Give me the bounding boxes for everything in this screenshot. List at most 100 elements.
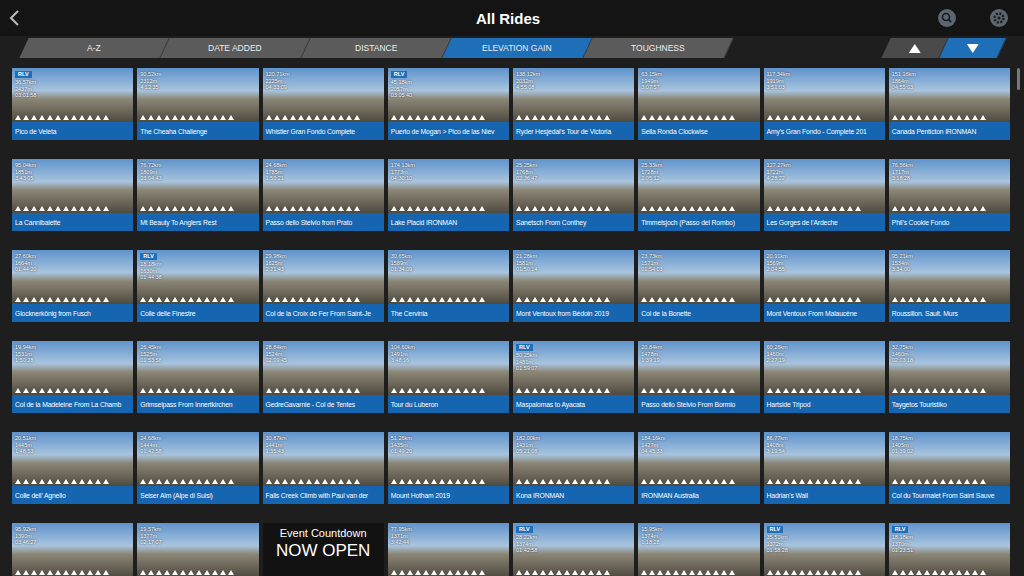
triangle-icon [713,115,719,120]
ride-tile[interactable]: 86.77km1408m3:19:54Hadrian's Wall [764,432,885,504]
triangle-icon [964,115,970,120]
ascending-button[interactable] [881,38,948,58]
ride-tile[interactable]: 24.68km1785m1:50:21Passo dello Stelvio f… [263,159,384,231]
ride-tile[interactable]: 25.33km1728m2:05:12Timmelsjoch (Passo de… [638,159,759,231]
ride-badge: RLV [516,526,533,533]
ride-distance: 15.95km [641,526,756,533]
ride-tile[interactable]: 28.84km1524m02:09:45GedreGavarnie - Col … [263,341,384,413]
ride-tile[interactable]: 151.16km1864m04:55:03Canada Penticton IR… [889,68,1010,140]
ride-distance: 25.25km [516,162,631,169]
ride-tile[interactable]: 19.94km1531m1:50:28Col de la Madeleine F… [12,341,133,413]
ride-stats: 28.22km1374m01:42:58 [516,534,631,554]
sort-tab[interactable]: TOUGHNESS [583,38,733,58]
triangle-icon [641,479,647,484]
descending-button[interactable] [939,38,1006,58]
triangle-icon [729,479,735,484]
triangle-icon [423,206,429,211]
triangle-icon [172,206,178,211]
ride-stats: 127.27km1722m4:28:22 [767,162,882,182]
ride-tile[interactable]: 63.15km1949m3:07:57Sella Ronda Clockwise [638,68,759,140]
ride-tile[interactable]: 23.73km1571m01:54:03Col de la Bonette [638,250,759,322]
triangle-icon [649,570,655,575]
ride-tile[interactable]: 18.75km1405m01:39:02Col du Tourmalet Fro… [889,432,1010,504]
ride-tile[interactable]: 32.75km1460m02:03:18Taygetos Touristiko [889,341,1010,413]
triangle-icon [823,115,829,120]
event-card[interactable]: Event CountdownNOW OPEN [263,523,384,576]
ride-tile[interactable]: 24.68km1444m01:42:58Seiser Alm (Alpe di … [137,432,258,504]
ride-tile[interactable]: 120.71km2225m04:33:09Whistler Gran Fondo… [263,68,384,140]
triangle-icon [15,388,21,393]
ride-tile[interactable]: RLV36.57km2437m03:01:58Pico de Veleta [12,68,133,140]
triangle-icon [641,297,647,302]
ride-tile[interactable]: 77.95km1371m3:42:44 [388,523,509,576]
ride-tile[interactable]: 21.28km1581m01:50:14Mont Ventoux from Bé… [513,250,634,322]
ride-duration: 01:58:28 [767,547,882,554]
ride-tile[interactable]: 20.51km1445m1:48:53Colle dell' Agnello [12,432,133,504]
sort-tab[interactable]: DISTANCE [301,38,451,58]
ride-tile[interactable]: 95.21km1534m3:34:00Roussillon. Sault. Mu… [889,250,1010,322]
ride-tile[interactable]: 174.13km1773m04:30:10Lake Placid IRONMAN [388,159,509,231]
ride-tile[interactable]: 19.57km1377m02:17:07 [137,523,258,576]
ride-tile[interactable]: 26.45km1525m01:53:58Grimselpass From Inn… [137,341,258,413]
ride-duration: 4:12:35 [140,84,255,91]
ride-tile[interactable]: 30.65km1589m01:34:09The Cervinia [388,250,509,322]
triangle-icon [47,297,53,302]
ride-tile[interactable]: 29.98km1625m2:21:43Col de la Croix de Fe… [263,250,384,322]
toughness-marks [391,479,506,484]
ride-tile[interactable]: 117.34km1919m3:51:03Amy's Gran Fondo - C… [764,68,885,140]
ride-tile[interactable]: 20.91km1569m2:04:55Mont Ventoux From Mal… [764,250,885,322]
ride-tile[interactable]: 20.84km1478m1:39:19Passo dello Stelvio F… [638,341,759,413]
ride-tile[interactable]: RLV35.51km1372m01:58:28 [764,523,885,576]
ride-tile[interactable]: RLV45.18km2057m03:05:40Puerto de Mogan >… [388,68,509,140]
ride-tile[interactable]: 51.26km1435m01:49:20Mount Hotham 2019 [388,432,509,504]
search-icon[interactable] [938,9,956,27]
scrollbar-thumb[interactable] [1017,68,1020,90]
back-icon[interactable] [8,9,20,27]
triangle-icon [71,115,77,120]
ride-tile[interactable]: 184.16km1427m04:45:33IRONMAN Australia [638,432,759,504]
ride-tile[interactable]: RLV18.18km1630m01:44:38Colle delle Fines… [137,250,258,322]
toughness-marks [140,479,255,484]
ride-tile[interactable]: 15.95km1374m1:18:28 [638,523,759,576]
ride-tile[interactable]: 95.92km1390m03:46:27 [12,523,133,576]
ride-thumbnail: RLV36.57km2437m03:01:58 [12,68,133,122]
ride-duration: 4:28:22 [767,175,882,182]
ride-tile[interactable]: 60.26km1460m2:27:19Hartside Tripod [764,341,885,413]
ride-title: Timmelsjoch (Passo del Rombo) [638,213,759,231]
triangle-icon [156,388,162,393]
triangle-icon [439,479,445,484]
ride-tile[interactable]: 90.52km2312m4:12:35The Cheaha Challenge [137,68,258,140]
triangle-icon [705,115,711,120]
triangle-icon [689,570,695,575]
triangle-icon [580,479,586,484]
ride-tile[interactable]: 138.12km2032m4:55:08Ryder Hesjedal's Tou… [513,68,634,140]
sort-tab[interactable]: DATE ADDED [160,38,310,58]
ride-tile[interactable]: 27.60km1664m01:44:20Glocknerkönig from F… [12,250,133,322]
ride-tile[interactable]: 30.87km1441m1:35:43Falls Creek Climb wit… [263,432,384,504]
ride-tile[interactable]: 76.72km1809m03:04:43Mt Beauty To Anglers… [137,159,258,231]
ride-tile[interactable]: 127.27km1722m4:28:22Les Gorges de l'Arde… [764,159,885,231]
ride-title: Mont Ventoux from Bédoin 2019 [513,304,634,322]
triangle-icon [39,297,45,302]
ride-tile[interactable]: 25.25km1768m02:36:47Sanetsch From Conthe… [513,159,634,231]
sort-tab[interactable]: A-Z [19,38,169,58]
sort-tab[interactable]: ELEVATION GAIN [442,38,592,58]
triangle-icon [346,297,352,302]
triangle-icon [479,206,485,211]
settings-gear-icon[interactable] [990,9,1008,27]
ride-tile[interactable]: 95.04km1851m3:43:05La Cannibalette [12,159,133,231]
ride-tile[interactable]: 104.60km1491m3:48:16Tour du Luberon [388,341,509,413]
ride-tile[interactable]: RLV50.25km1481m01:59:07Maspalomas to Aya… [513,341,634,413]
triangle-icon [665,570,671,575]
triangle-icon [673,388,679,393]
triangle-icon [338,388,344,393]
triangle-icon [220,479,226,484]
ride-tile[interactable]: 182.00km1431m05:21:08Kona IRONMAN [513,432,634,504]
ride-tile[interactable]: RLV18.18km1370m01:23:51 [889,523,1010,576]
ride-tile[interactable]: RLV28.22km1374m01:42:58 [513,523,634,576]
ride-stats: 20.84km1478m1:39:19 [641,344,756,364]
ride-duration: 03:04:43 [140,175,255,182]
triangle-icon [940,388,946,393]
triangle-icon [831,479,837,484]
ride-tile[interactable]: 76.56km1717m3:18:28Phil's Cookie Fondo [889,159,1010,231]
